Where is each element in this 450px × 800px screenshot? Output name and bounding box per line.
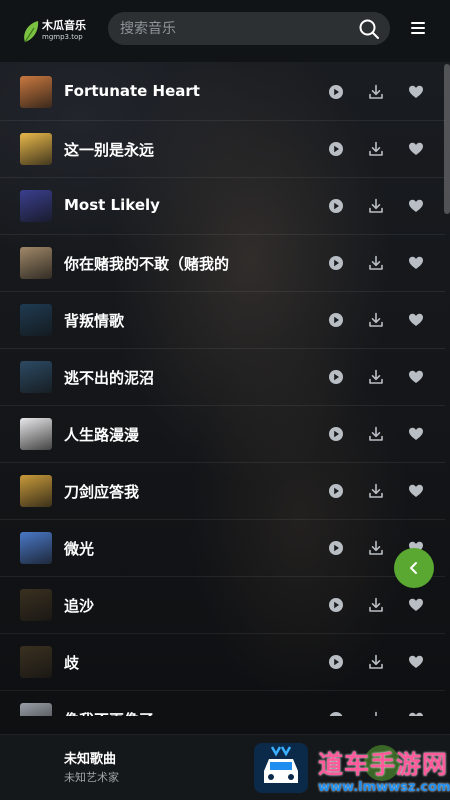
heart-icon[interactable] [408,369,424,385]
album-cover [20,475,52,507]
song-title[interactable]: 这一别是永远 [64,139,264,160]
download-icon[interactable] [368,198,384,214]
heart-icon[interactable] [408,597,424,613]
song-row[interactable]: Fortunate Heart [0,64,445,121]
heart-icon[interactable] [408,312,424,328]
app-logo[interactable]: 木瓜音乐 mgmp3.top [22,14,92,48]
download-icon[interactable] [368,711,384,716]
heart-icon[interactable] [408,84,424,100]
leaf-logo-icon [24,21,39,43]
song-title[interactable]: 逃不出的泥沼 [64,367,264,388]
album-cover [20,646,52,678]
play-icon[interactable] [328,84,344,100]
song-title[interactable]: Fortunate Heart [64,82,264,100]
album-cover [20,532,52,564]
song-list: Fortunate Heart 这一别是永远 Most Likely 你在赌我的不敢（… [0,64,450,716]
song-row[interactable]: Most Likely [0,178,445,235]
play-icon[interactable] [328,540,344,556]
chevron-left-icon [410,562,417,574]
watermark-url: www.lmwwsz.com [318,780,450,795]
album-cover [20,589,52,621]
song-row[interactable]: 这一别是永远 [0,121,445,178]
heart-icon[interactable] [408,711,424,716]
album-cover [20,76,52,108]
scrollbar[interactable] [444,64,450,214]
album-cover [20,133,52,165]
heart-icon[interactable] [408,141,424,157]
song-row[interactable]: 像我不再像了 [0,691,445,716]
hamburger-menu-icon[interactable] [410,20,426,36]
play-icon[interactable] [328,312,344,328]
play-icon[interactable] [328,597,344,613]
player-song-title: 未知歌曲 [64,752,117,767]
heart-icon[interactable] [408,255,424,271]
song-title[interactable]: 你在赌我的不敢（赌我的 [64,253,264,274]
play-icon[interactable] [328,141,344,157]
play-icon[interactable] [328,369,344,385]
download-icon[interactable] [368,540,384,556]
album-cover [20,304,52,336]
album-cover [20,361,52,393]
search-icon[interactable] [358,18,380,40]
album-cover [20,418,52,450]
song-title[interactable]: 刀剑应答我 [64,481,264,502]
song-title[interactable]: 追沙 [64,595,264,616]
top-header: 木瓜音乐 mgmp3.top [0,0,450,62]
download-icon[interactable] [368,426,384,442]
heart-icon[interactable] [408,483,424,499]
player-bar[interactable]: 未知歌曲 未知艺术家 道车手游网 www.lmwwsz.com [0,734,450,800]
heart-icon[interactable] [408,198,424,214]
song-title[interactable]: 像我不再像了 [64,709,264,716]
song-row[interactable]: 刀剑应答我 [0,463,445,520]
song-row[interactable]: 你在赌我的不敢（赌我的 [0,235,445,292]
download-icon[interactable] [368,654,384,670]
song-title[interactable]: Most Likely [64,196,264,214]
play-icon[interactable] [328,198,344,214]
back-button[interactable] [394,548,434,588]
play-icon[interactable] [328,426,344,442]
download-icon[interactable] [368,597,384,613]
play-icon[interactable] [328,483,344,499]
heart-icon[interactable] [408,426,424,442]
play-icon[interactable] [328,654,344,670]
song-row[interactable]: 人生路漫漫 [0,406,445,463]
song-row[interactable]: 微光 [0,520,445,577]
download-icon[interactable] [368,312,384,328]
download-icon[interactable] [368,369,384,385]
song-title[interactable]: 歧 [64,652,264,673]
search-input[interactable] [120,18,350,39]
song-title[interactable]: 背叛情歌 [64,310,264,331]
song-title[interactable]: 人生路漫漫 [64,424,264,445]
song-title[interactable]: 微光 [64,538,264,559]
heart-icon[interactable] [408,654,424,670]
download-icon[interactable] [368,141,384,157]
logo-title: 木瓜音乐 [42,19,86,32]
song-row[interactable]: 歧 [0,634,445,691]
album-cover [20,703,52,716]
play-icon[interactable] [328,711,344,716]
watermark-text: 道车手游网 [318,750,449,779]
logo-subtitle: mgmp3.top [42,33,83,41]
download-icon[interactable] [368,483,384,499]
watermark-car-logo-icon [254,743,308,793]
download-icon[interactable] [368,84,384,100]
search-bar[interactable] [108,12,390,45]
song-row[interactable]: 背叛情歌 [0,292,445,349]
album-cover [20,190,52,222]
download-icon[interactable] [368,255,384,271]
play-icon[interactable] [328,255,344,271]
player-artist: 未知艺术家 [64,771,119,784]
album-cover [20,247,52,279]
song-row[interactable]: 追沙 [0,577,445,634]
song-row[interactable]: 逃不出的泥沼 [0,349,445,406]
